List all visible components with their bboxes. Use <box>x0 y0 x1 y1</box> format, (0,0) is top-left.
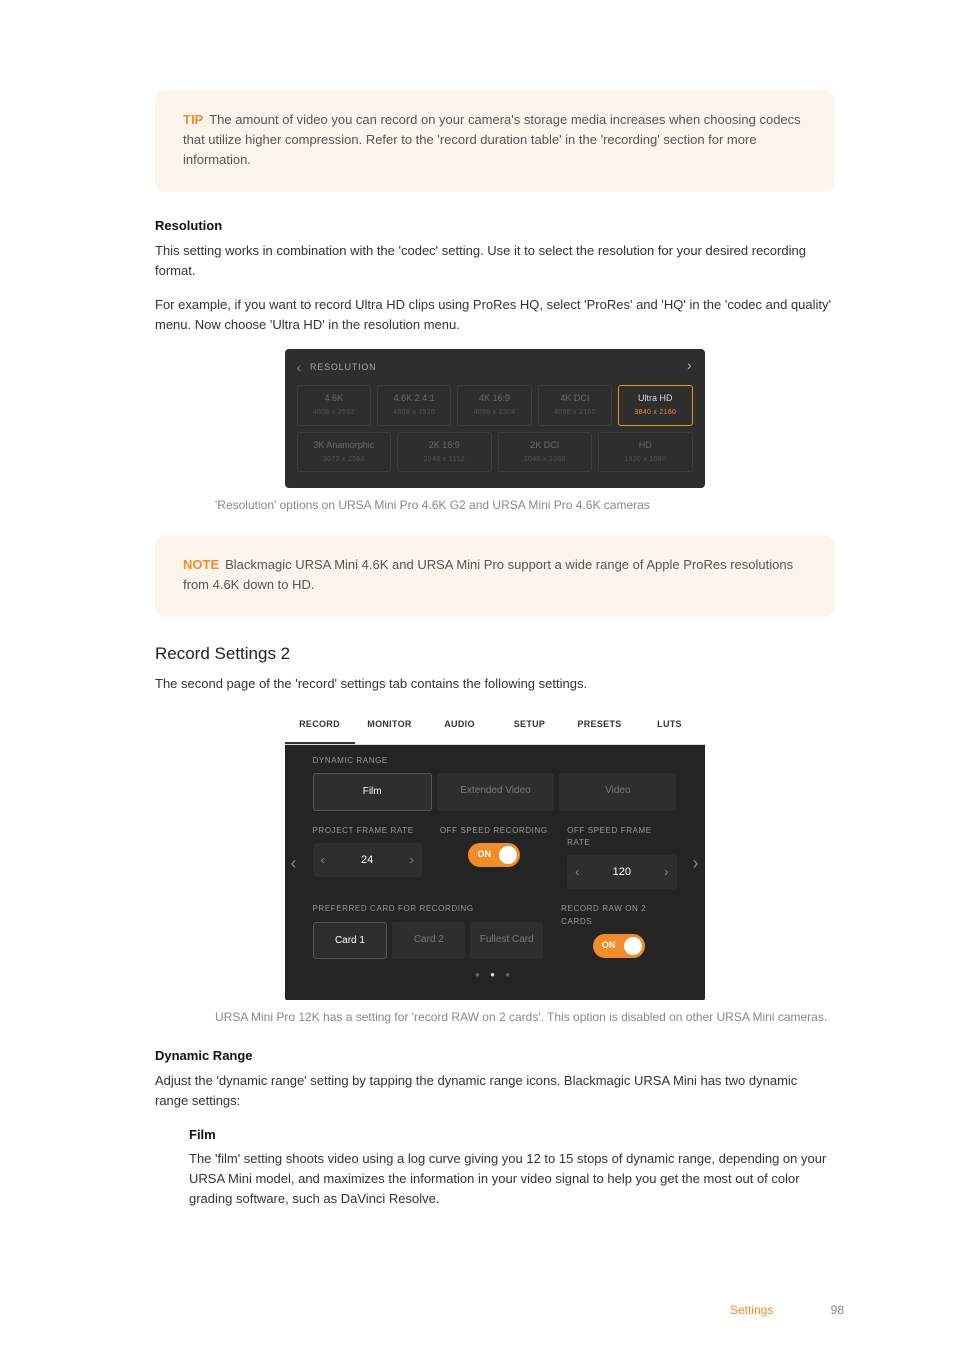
resolution-heading: Resolution <box>155 216 834 236</box>
footer-section: Settings <box>730 1303 773 1317</box>
osfr-value: 120 <box>613 864 631 881</box>
rec2-heading: Record Settings 2 <box>155 641 834 667</box>
pref-card1[interactable]: Card 1 <box>313 922 388 960</box>
resolution-row1: 4.6K4608 x 2592 4.6K 2.4:14608 x 1920 4K… <box>285 385 705 432</box>
dynrange-text: Adjust the 'dynamic range' setting by ta… <box>155 1071 834 1111</box>
dynrange-heading: Dynamic Range <box>155 1046 834 1066</box>
settings-tabs: RECORD MONITOR AUDIO SETUP PRESETS LUTS <box>285 708 705 745</box>
pref-fullest[interactable]: Fullest Card <box>470 922 543 960</box>
pfr-stepper[interactable]: ‹ 24 › <box>313 843 422 877</box>
film-text: The 'film' setting shoots video using a … <box>189 1149 834 1209</box>
resolution-title: RESOLUTION <box>310 361 377 375</box>
res-opt[interactable]: 3K Anamorphic3072 x 2560 <box>297 432 392 473</box>
tip-callout: TIPThe amount of video you can record on… <box>155 90 834 192</box>
resolution-caption: 'Resolution' options on URSA Mini Pro 4.… <box>215 496 834 515</box>
osfr-label: OFF SPEED FRAME RATE <box>567 825 676 850</box>
tab-audio[interactable]: AUDIO <box>425 708 495 744</box>
resolution-figure: ‹ RESOLUTION › 4.6K4608 x 2592 4.6K 2.4:… <box>285 349 705 488</box>
page-footer: Settings 98 <box>730 1301 844 1320</box>
tab-luts[interactable]: LUTS <box>635 708 705 744</box>
tab-monitor[interactable]: MONITOR <box>355 708 425 744</box>
resolution-row2: 3K Anamorphic3072 x 2560 2K 16:92048 x 1… <box>285 432 705 479</box>
chevron-left-icon[interactable]: ‹ <box>321 850 325 870</box>
tab-record[interactable]: RECORD <box>285 708 355 744</box>
tab-setup[interactable]: SETUP <box>495 708 565 744</box>
chevron-right-icon[interactable]: › <box>409 850 413 870</box>
page-dots: ● ● ● <box>313 969 677 981</box>
dyn-film[interactable]: Film <box>313 773 432 811</box>
osr-label: OFF SPEED RECORDING <box>440 825 549 837</box>
res-opt[interactable]: HD1920 x 1080 <box>598 432 693 473</box>
raw2-toggle[interactable]: ON <box>561 934 676 958</box>
resolution-p1: This setting works in combination with t… <box>155 241 834 281</box>
pref-card2[interactable]: Card 2 <box>392 922 465 960</box>
res-opt[interactable]: 4.6K4608 x 2592 <box>297 385 371 426</box>
res-opt[interactable]: 2K DCI2048 x 1080 <box>498 432 593 473</box>
pfr-label: PROJECT FRAME RATE <box>313 825 422 837</box>
note-text: Blackmagic URSA Mini 4.6K and URSA Mini … <box>183 557 793 592</box>
pref-card-segment: Card 1 Card 2 Fullest Card <box>313 922 544 960</box>
chevron-right-icon[interactable]: › <box>664 862 668 882</box>
dynamic-range-segment: Film Extended Video Video <box>313 773 677 811</box>
note-callout: NOTEBlackmagic URSA Mini 4.6K and URSA M… <box>155 535 834 617</box>
dyn-video[interactable]: Video <box>559 773 676 811</box>
pfr-value: 24 <box>361 852 373 869</box>
rec2-caption: URSA Mini Pro 12K has a setting for 'rec… <box>215 1008 834 1027</box>
resolution-back-icon[interactable]: ‹ <box>297 357 302 379</box>
res-opt[interactable]: 4K DCI4096 x 2160 <box>538 385 612 426</box>
res-opt-active[interactable]: Ultra HD3840 x 2160 <box>618 385 692 426</box>
chevron-left-icon[interactable]: ‹ <box>575 862 579 882</box>
tip-text: The amount of video you can record on yo… <box>183 112 801 167</box>
footer-page: 98 <box>831 1303 844 1317</box>
resolution-forward-icon[interactable]: › <box>687 355 692 377</box>
dynamic-range-label: DYNAMIC RANGE <box>313 755 677 767</box>
tab-presets[interactable]: PRESETS <box>565 708 635 744</box>
osfr-stepper[interactable]: ‹ 120 › <box>567 855 676 889</box>
osr-toggle[interactable]: ON <box>440 843 549 867</box>
record-settings-figure: RECORD MONITOR AUDIO SETUP PRESETS LUTS … <box>285 708 705 1000</box>
resolution-p2: For example, if you want to record Ultra… <box>155 295 834 335</box>
res-opt[interactable]: 2K 16:92048 x 1152 <box>397 432 492 473</box>
pref-card-label: PREFERRED CARD FOR RECORDING <box>313 903 544 915</box>
dyn-extended[interactable]: Extended Video <box>437 773 554 811</box>
tip-tag: TIP <box>183 112 203 127</box>
res-opt[interactable]: 4.6K 2.4:14608 x 1920 <box>377 385 451 426</box>
rec2-intro: The second page of the 'record' settings… <box>155 674 834 694</box>
raw2-label: RECORD RAW ON 2 CARDS <box>561 903 676 928</box>
film-heading: Film <box>189 1125 834 1145</box>
note-tag: NOTE <box>183 557 219 572</box>
res-opt[interactable]: 4K 16:94096 x 2304 <box>457 385 531 426</box>
